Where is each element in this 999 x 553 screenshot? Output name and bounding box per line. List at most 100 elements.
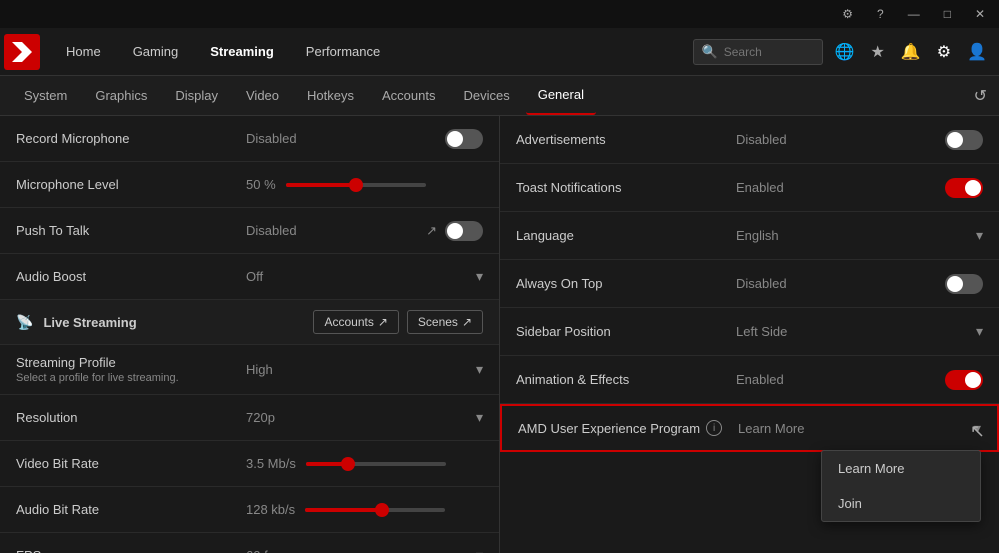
advertisements-value: Disabled: [736, 132, 945, 147]
tab-video[interactable]: Video: [234, 76, 291, 115]
language-icon[interactable]: 🌐: [831, 38, 859, 66]
settings-icon-titlebar[interactable]: ⚙: [836, 5, 859, 23]
help-icon-titlebar[interactable]: ?: [871, 5, 890, 23]
streaming-profile-dropdown-arrow[interactable]: ▾: [476, 361, 483, 378]
audio-boost-row: Audio Boost Off ▾: [0, 254, 499, 300]
amd-user-experience-control: ▾: [974, 420, 981, 437]
tab-hotkeys[interactable]: Hotkeys: [295, 76, 366, 115]
microphone-level-value: 50 %: [246, 177, 276, 192]
sub-nav-right: ↺: [974, 86, 987, 106]
search-box[interactable]: 🔍: [693, 39, 823, 65]
audio-bit-rate-thumb[interactable]: [375, 503, 389, 517]
minimize-button[interactable]: —: [902, 5, 926, 23]
advertisements-label: Advertisements: [516, 132, 736, 147]
record-microphone-label: Record Microphone: [16, 131, 246, 146]
audio-bit-rate-slider[interactable]: [305, 508, 445, 512]
video-bit-rate-slider[interactable]: [306, 462, 446, 466]
animation-effects-value: Enabled: [736, 372, 945, 387]
fps-value: 60 fps: [246, 548, 281, 553]
accounts-arrow-icon: ↗: [378, 315, 388, 329]
resolution-value: 720p: [246, 410, 275, 425]
record-microphone-toggle[interactable]: [445, 129, 483, 149]
video-bit-rate-label: Video Bit Rate: [16, 456, 246, 471]
account-icon[interactable]: 👤: [963, 38, 991, 66]
favorites-icon[interactable]: ★: [866, 38, 888, 66]
refresh-icon[interactable]: ↺: [974, 88, 987, 105]
advertisements-control: [945, 130, 983, 150]
language-label: Language: [516, 228, 736, 243]
amd-user-experience-row: AMD User Experience Program i Learn More…: [500, 404, 999, 452]
dropdown-learn-more[interactable]: Learn More: [822, 451, 980, 486]
microphone-level-thumb[interactable]: [349, 178, 363, 192]
resolution-label: Resolution: [16, 410, 246, 425]
microphone-level-fill: [286, 183, 356, 187]
amd-user-experience-info-icon[interactable]: i: [706, 420, 722, 436]
push-to-talk-row: Push To Talk Disabled ↗: [0, 208, 499, 254]
advertisements-row: Advertisements Disabled: [500, 116, 999, 164]
accounts-button[interactable]: Accounts ↗: [313, 310, 398, 334]
audio-bit-rate-control: 128 kb/s: [246, 502, 483, 517]
toast-notifications-toggle[interactable]: [945, 178, 983, 198]
sidebar-position-row: Sidebar Position Left Side ▾: [500, 308, 999, 356]
close-button[interactable]: ✕: [969, 5, 991, 23]
audio-boost-label: Audio Boost: [16, 269, 246, 284]
always-on-top-control: [945, 274, 983, 294]
push-to-talk-share-icon[interactable]: ↗: [426, 223, 437, 239]
language-row: Language English ▾: [500, 212, 999, 260]
nav-streaming[interactable]: Streaming: [196, 36, 288, 67]
language-value: English: [736, 228, 976, 243]
nav-gaming[interactable]: Gaming: [119, 36, 193, 67]
video-bit-rate-control: 3.5 Mb/s: [246, 456, 483, 471]
notifications-icon[interactable]: 🔔: [897, 38, 925, 66]
resolution-dropdown-arrow[interactable]: ▾: [476, 409, 483, 426]
fps-dropdown-arrow[interactable]: ▾: [476, 547, 483, 553]
language-dropdown-arrow[interactable]: ▾: [976, 227, 983, 243]
audio-bit-rate-fill: [305, 508, 382, 512]
audio-boost-dropdown-arrow[interactable]: ▾: [476, 268, 483, 285]
animation-effects-toggle[interactable]: [945, 370, 983, 390]
livestream-icon: 📡: [16, 314, 33, 331]
dropdown-join[interactable]: Join: [822, 486, 980, 521]
tab-system[interactable]: System: [12, 76, 79, 115]
audio-bit-rate-row: Audio Bit Rate 128 kb/s: [0, 487, 499, 533]
streaming-profile-row: Streaming Profile Select a profile for l…: [0, 345, 499, 395]
scenes-button[interactable]: Scenes ↗: [407, 310, 483, 334]
audio-boost-control: Off ▾: [246, 268, 483, 285]
sidebar-position-dropdown-arrow[interactable]: ▾: [976, 323, 983, 339]
amd-user-experience-value: Learn More: [738, 421, 974, 436]
microphone-level-slider[interactable]: [286, 183, 426, 187]
fps-label: FPS: [16, 548, 246, 553]
right-panel: Advertisements Disabled Toast Notificati…: [500, 116, 999, 553]
sidebar-position-label: Sidebar Position: [516, 324, 736, 339]
streaming-profile-sublabel: Select a profile for live streaming.: [16, 372, 246, 384]
push-to-talk-value: Disabled: [246, 223, 426, 238]
sub-nav: System Graphics Display Video Hotkeys Ac…: [0, 76, 999, 116]
microphone-level-label: Microphone Level: [16, 177, 246, 192]
video-bit-rate-thumb[interactable]: [341, 457, 355, 471]
language-control: ▾: [976, 227, 983, 244]
fps-control: 60 fps ▾: [246, 547, 483, 553]
push-to-talk-toggle[interactable]: [445, 221, 483, 241]
toast-notifications-control: [945, 178, 983, 198]
always-on-top-row: Always On Top Disabled: [500, 260, 999, 308]
nav-home[interactable]: Home: [52, 36, 115, 67]
animation-effects-row: Animation & Effects Enabled: [500, 356, 999, 404]
push-to-talk-control: ↗: [426, 221, 483, 241]
toast-notifications-row: Toast Notifications Enabled: [500, 164, 999, 212]
tab-devices[interactable]: Devices: [451, 76, 521, 115]
search-input[interactable]: [724, 45, 814, 59]
tab-display[interactable]: Display: [163, 76, 230, 115]
tab-general[interactable]: General: [526, 76, 596, 115]
amd-user-experience-dropdown-menu: Learn More Join: [821, 450, 981, 522]
tab-accounts[interactable]: Accounts: [370, 76, 447, 115]
video-bit-rate-value: 3.5 Mb/s: [246, 456, 296, 471]
settings-icon[interactable]: ⚙: [933, 38, 955, 66]
section-header-buttons: Accounts ↗ Scenes ↗: [313, 310, 483, 334]
tab-graphics[interactable]: Graphics: [83, 76, 159, 115]
always-on-top-toggle[interactable]: [945, 274, 983, 294]
left-panel: Record Microphone Disabled Microphone Le…: [0, 116, 500, 553]
maximize-button[interactable]: □: [938, 5, 957, 23]
amd-user-experience-dropdown-arrow[interactable]: ▾: [974, 420, 981, 437]
nav-performance[interactable]: Performance: [292, 36, 394, 67]
advertisements-toggle[interactable]: [945, 130, 983, 150]
